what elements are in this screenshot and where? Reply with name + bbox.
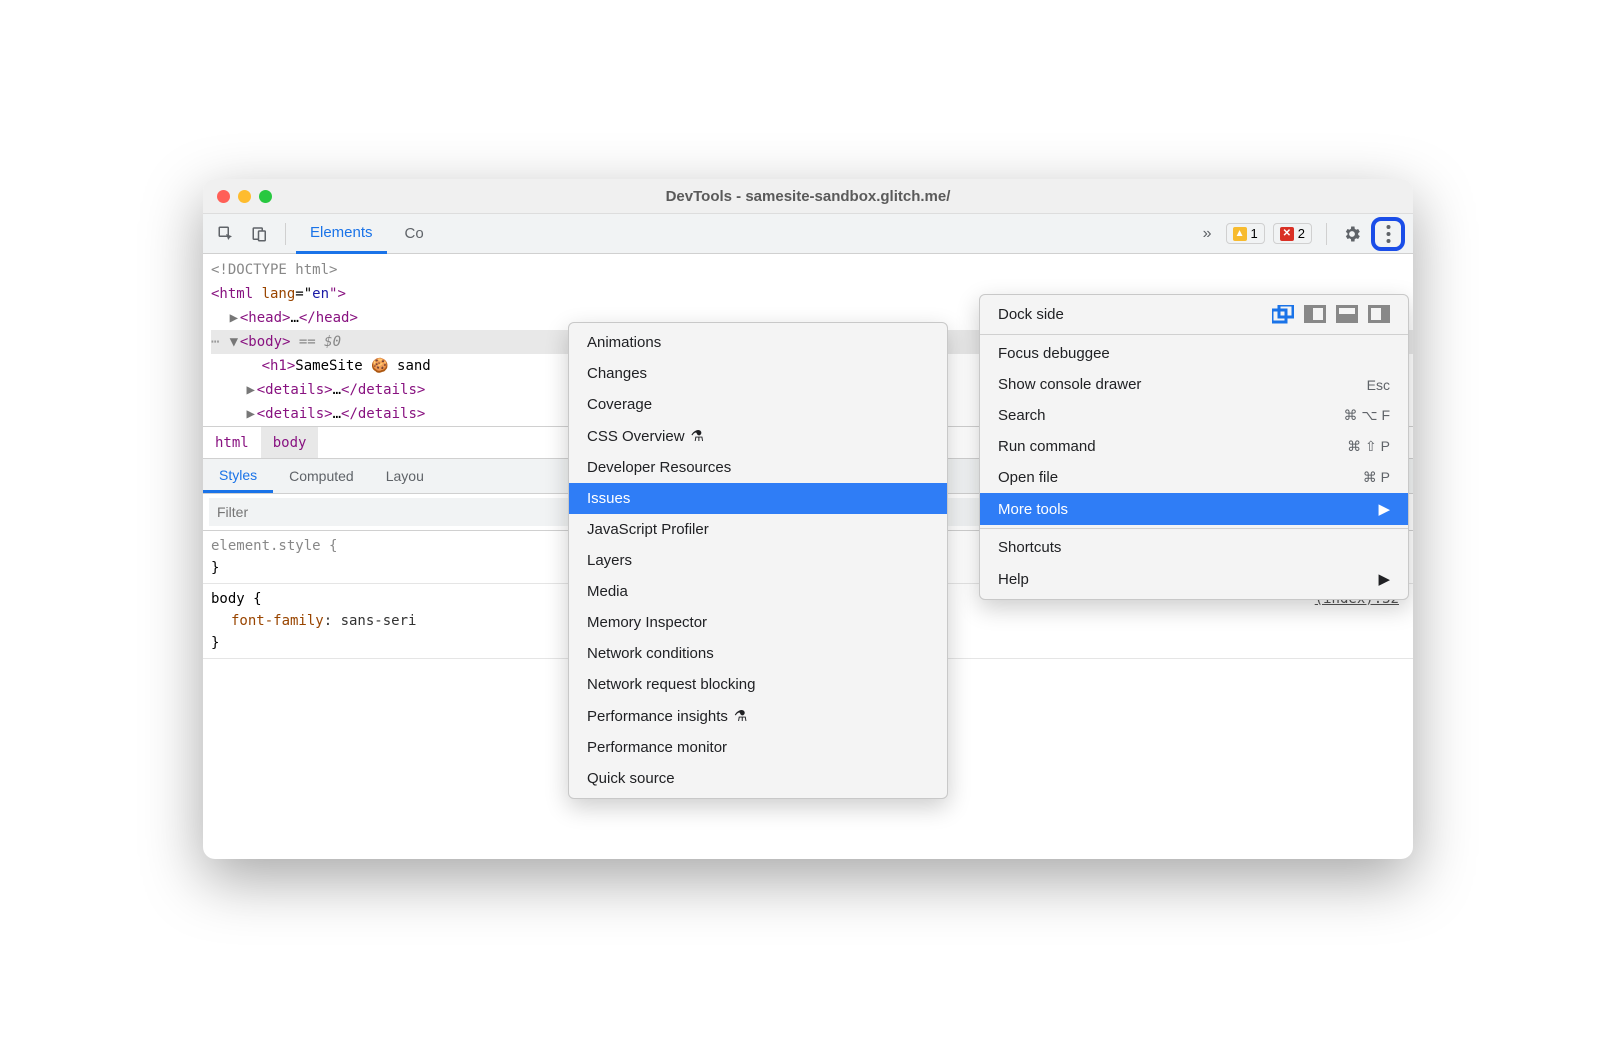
toolbar-divider <box>1326 223 1327 245</box>
minimize-window-button[interactable] <box>238 190 251 203</box>
submenu-arrow-icon: ▶ <box>1378 570 1390 588</box>
expand-arrow-icon[interactable]: ▶ <box>245 378 257 402</box>
submenu-media[interactable]: Media <box>569 576 947 607</box>
dom-doctype[interactable]: <!DOCTYPE html> <box>211 258 1413 282</box>
device-toolbar-icon[interactable] <box>245 219 275 249</box>
tab-layout-truncated[interactable]: Layou <box>370 459 440 493</box>
tab-console-truncated[interactable]: Co <box>391 214 438 254</box>
devtools-window: DevTools - samesite-sandbox.glitch.me/ E… <box>203 179 1413 859</box>
menu-dock-side: Dock side <box>980 295 1408 331</box>
menu-search[interactable]: Search⌘ ⌥ F <box>980 400 1408 431</box>
more-tools-submenu: Animations Changes Coverage CSS Overview… <box>568 322 948 799</box>
collapse-arrow-icon[interactable]: ▼ <box>228 330 240 354</box>
submenu-developer-resources[interactable]: Developer Resources <box>569 452 947 483</box>
submenu-performance-insights[interactable]: Performance insights⚗ <box>569 700 947 732</box>
main-options-menu: Dock side Focus debuggee Show console dr… <box>979 294 1409 600</box>
menu-help[interactable]: Help▶ <box>980 563 1408 595</box>
tab-computed[interactable]: Computed <box>273 459 370 493</box>
submenu-coverage[interactable]: Coverage <box>569 389 947 420</box>
expand-arrow-icon[interactable]: ▶ <box>228 306 240 330</box>
errors-count: 2 <box>1298 226 1305 241</box>
menu-separator <box>980 334 1408 335</box>
maximize-window-button[interactable] <box>259 190 272 203</box>
dock-left-icon[interactable] <box>1304 305 1326 323</box>
close-window-button[interactable] <box>217 190 230 203</box>
submenu-css-overview[interactable]: CSS Overview⚗ <box>569 420 947 452</box>
breadcrumb-body[interactable]: body <box>261 427 319 458</box>
menu-open-file[interactable]: Open file⌘ P <box>980 462 1408 493</box>
menu-more-tools[interactable]: More tools▶ <box>980 493 1408 525</box>
submenu-quick-source[interactable]: Quick source <box>569 763 947 794</box>
menu-focus-debuggee[interactable]: Focus debuggee <box>980 338 1408 369</box>
titlebar: DevTools - samesite-sandbox.glitch.me/ <box>203 179 1413 214</box>
warnings-count: 1 <box>1251 226 1258 241</box>
menu-show-console-drawer[interactable]: Show console drawerEsc <box>980 369 1408 400</box>
tabs-overflow-icon[interactable]: » <box>1193 225 1222 243</box>
flask-icon: ⚗ <box>691 427 704 445</box>
errors-badge[interactable]: ✕ 2 <box>1273 223 1312 244</box>
inspect-element-icon[interactable] <box>211 219 241 249</box>
submenu-javascript-profiler[interactable]: JavaScript Profiler <box>569 514 947 545</box>
submenu-arrow-icon: ▶ <box>1378 500 1390 518</box>
menu-run-command[interactable]: Run command⌘ ⇧ P <box>980 431 1408 462</box>
dock-right-icon[interactable] <box>1368 305 1390 323</box>
dock-undock-icon[interactable] <box>1272 305 1294 323</box>
tab-elements[interactable]: Elements <box>296 214 387 254</box>
panel-body: <!DOCTYPE html> <html lang="en"> ▶<head>… <box>203 254 1413 859</box>
tab-styles[interactable]: Styles <box>203 459 273 493</box>
submenu-changes[interactable]: Changes <box>569 358 947 389</box>
submenu-layers[interactable]: Layers <box>569 545 947 576</box>
submenu-network-request-blocking[interactable]: Network request blocking <box>569 669 947 700</box>
submenu-animations[interactable]: Animations <box>569 327 947 358</box>
menu-separator <box>980 528 1408 529</box>
submenu-issues[interactable]: Issues <box>569 483 947 514</box>
submenu-performance-monitor[interactable]: Performance monitor <box>569 732 947 763</box>
toolbar-divider <box>285 223 286 245</box>
breadcrumb-html[interactable]: html <box>203 427 261 458</box>
submenu-memory-inspector[interactable]: Memory Inspector <box>569 607 947 638</box>
submenu-network-conditions[interactable]: Network conditions <box>569 638 947 669</box>
warnings-badge[interactable]: ▲ 1 <box>1226 223 1265 244</box>
flask-icon: ⚗ <box>734 707 747 725</box>
more-options-kebab-icon[interactable] <box>1371 217 1405 251</box>
menu-shortcuts[interactable]: Shortcuts <box>980 532 1408 563</box>
window-title: DevTools - samesite-sandbox.glitch.me/ <box>666 188 951 205</box>
dock-bottom-icon[interactable] <box>1336 305 1358 323</box>
settings-gear-icon[interactable] <box>1337 219 1367 249</box>
expand-arrow-icon[interactable]: ▶ <box>245 402 257 426</box>
main-toolbar: Elements Co » ▲ 1 ✕ 2 <box>203 214 1413 254</box>
traffic-lights <box>217 190 272 203</box>
